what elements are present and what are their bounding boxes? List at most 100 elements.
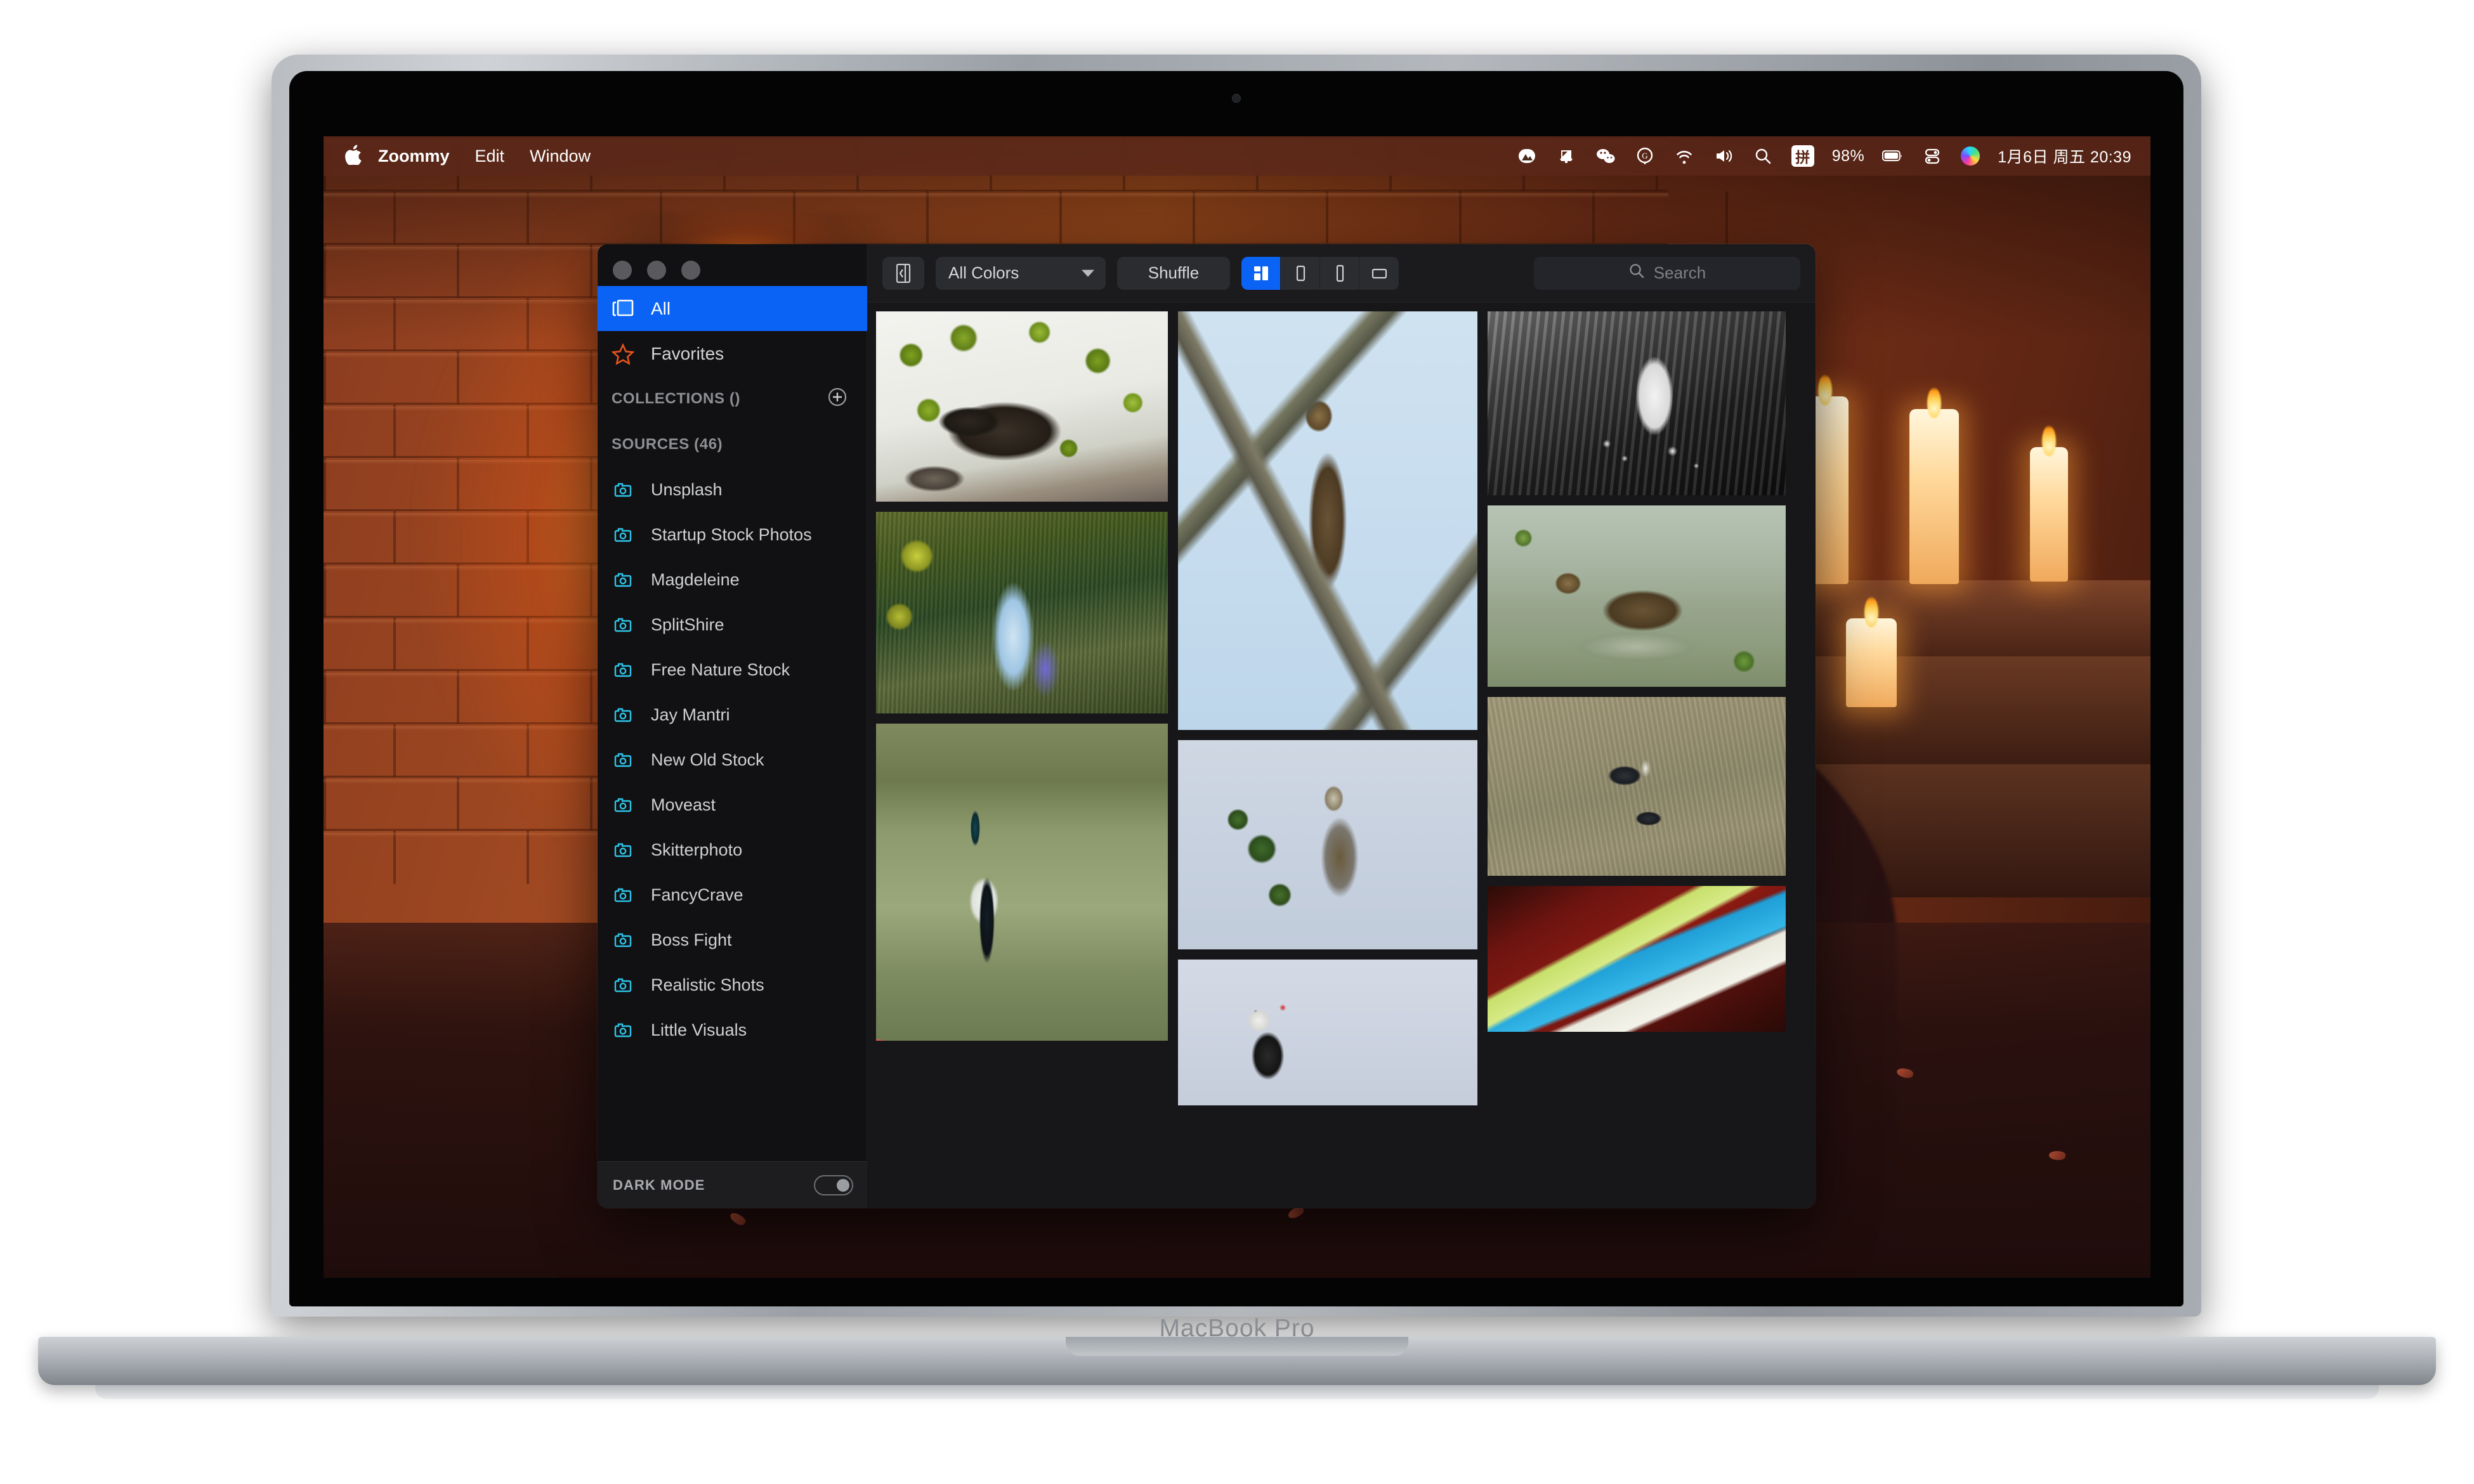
photo-tile-downy-woodpecker[interactable]: [1178, 960, 1477, 1105]
sidebar-item-label: Magdeleine: [651, 570, 740, 589]
plus-circle-icon[interactable]: [827, 386, 848, 412]
photo-thumbnail: [876, 311, 1168, 502]
photo-tile-black-necked-stork-wading[interactable]: [876, 724, 1168, 1041]
wifi-icon[interactable]: [1673, 145, 1695, 167]
menu-edit[interactable]: Edit: [475, 146, 505, 166]
sidebar-item-label: Jay Mantri: [651, 705, 730, 724]
camera-icon: [612, 975, 642, 996]
brick-seam: [393, 405, 396, 458]
sidebar-item-source[interactable]: New Old Stock: [598, 738, 867, 783]
camera-icon: [612, 615, 642, 636]
photo-thumbnail: [876, 724, 1168, 1041]
brick-row: [324, 190, 1728, 245]
brick-seam: [1592, 192, 1595, 245]
sidebar-item-label: SplitShire: [651, 615, 724, 634]
brick-mortar: [324, 193, 1668, 198]
sidebar-collapse-icon[interactable]: [882, 256, 924, 290]
search-input[interactable]: Search: [1534, 256, 1800, 290]
brick-seam: [1059, 192, 1062, 245]
menu-window[interactable]: Window: [530, 146, 591, 166]
notification-icon[interactable]: [1555, 145, 1577, 167]
sidebar-item-label: FancyCrave: [651, 885, 743, 904]
brick-seam: [926, 192, 929, 245]
volume-icon[interactable]: [1713, 145, 1734, 167]
input-method-indicator[interactable]: 拼: [1791, 145, 1814, 167]
desktop: Zoommy Edit Window G 拼 98% 1月6日 周五 20:39…: [324, 136, 2150, 1278]
photos-icon[interactable]: [1516, 145, 1538, 167]
photo-tile-eagle-perched-on-branch[interactable]: [1178, 311, 1477, 730]
sidebar-item-source[interactable]: Jay Mantri: [598, 693, 867, 738]
sidebar-item-label: Moveast: [651, 795, 716, 814]
sidebar-item-label: Unsplash: [651, 480, 723, 499]
brick-seam: [324, 778, 326, 831]
wallpaper-candle: [1909, 409, 1959, 584]
grid-view-icon[interactable]: [1241, 256, 1281, 290]
control-center-icon[interactable]: [1921, 145, 1943, 167]
battery-percent-label: 98%: [1831, 146, 1865, 165]
sidebar-item-label: Realistic Shots: [651, 975, 764, 994]
sidebar-item-source[interactable]: Free Nature Stock: [598, 648, 867, 693]
gallery-column: [1178, 311, 1477, 1199]
sidebar-item-source[interactable]: Startup Stock Photos: [598, 512, 867, 557]
photo-thumbnail: [1488, 311, 1786, 495]
minimize-button[interactable]: [647, 261, 666, 280]
sidebar-item-source[interactable]: Moveast: [598, 783, 867, 828]
photo-tile-art-supplies-on-table[interactable]: [1488, 886, 1786, 1032]
sidebar-item-source[interactable]: FancyCrave: [598, 873, 867, 918]
photo-tile-vulture-in-tree[interactable]: [876, 311, 1168, 502]
grammarly-icon[interactable]: G: [1634, 145, 1656, 167]
color-filter-dropdown[interactable]: All Colors: [936, 256, 1106, 290]
photo-tile-stork-in-dry-grass[interactable]: [1488, 697, 1786, 876]
battery-icon[interactable]: [1882, 145, 1904, 167]
photo-thumbnail: [1488, 886, 1786, 1032]
brick-seam: [324, 458, 326, 511]
shuffle-button[interactable]: Shuffle: [1117, 256, 1230, 290]
tall-view-icon[interactable]: [1320, 256, 1359, 290]
dark-mode-toggle[interactable]: [814, 1175, 853, 1195]
sidebar-item-label: All: [651, 298, 671, 318]
wechat-icon[interactable]: [1595, 145, 1616, 167]
sidebar-item-source[interactable]: Unsplash: [598, 467, 867, 512]
photo-thumbnail: [1178, 740, 1477, 949]
sidebar-item-favorites[interactable]: Favorites: [598, 331, 867, 376]
window-traffic-lights: [613, 261, 700, 280]
brick-seam: [324, 245, 326, 298]
apple-menu-icon[interactable]: [345, 144, 362, 168]
brick-seam: [1193, 192, 1195, 245]
dark-mode-row[interactable]: DARK MODE: [598, 1161, 867, 1208]
close-button[interactable]: [613, 261, 632, 280]
photo-tile-mallard-duck-swimming[interactable]: [1488, 505, 1786, 687]
search-icon[interactable]: [1752, 145, 1774, 167]
photo-gallery: [867, 303, 1816, 1208]
photo-tile-black-and-white-stone-wall[interactable]: [1488, 311, 1786, 495]
sidebar-item-source[interactable]: Boss Fight: [598, 918, 867, 963]
gallery-column: [1488, 311, 1786, 1199]
sidebar-item-source[interactable]: Magdeleine: [598, 557, 867, 602]
siri-icon[interactable]: [1961, 146, 1980, 166]
landscape-view-icon[interactable]: [1359, 257, 1399, 290]
brick-seam: [393, 724, 396, 778]
brick-seam: [324, 351, 326, 405]
menu-app-name[interactable]: Zoommy: [378, 146, 450, 166]
sidebar-item-source[interactable]: Skitterphoto: [598, 828, 867, 873]
sidebar-item-label: New Old Stock: [651, 750, 764, 769]
layers-icon: [612, 298, 642, 320]
collections-header-label: COLLECTIONS (): [612, 390, 741, 407]
photo-thumbnail: [1488, 697, 1786, 876]
sidebar-item-label: Favorites: [651, 343, 724, 363]
camera-icon: [612, 795, 642, 816]
photo-thumbnail: [1178, 311, 1477, 730]
sidebar-item-label: Little Visuals: [651, 1020, 747, 1039]
photo-tile-tree-reflection-in-water[interactable]: [876, 512, 1168, 713]
sidebar-item-source[interactable]: Realistic Shots: [598, 963, 867, 1008]
brick-seam: [1725, 192, 1728, 245]
maximize-button[interactable]: [681, 261, 700, 280]
camera-icon: [612, 524, 642, 546]
portrait-view-icon[interactable]: [1281, 256, 1320, 290]
sidebar-item-source[interactable]: Little Visuals: [598, 1008, 867, 1053]
photo-tile-eagle-in-treetop[interactable]: [1178, 740, 1477, 949]
sidebar-item-source[interactable]: SplitShire: [598, 602, 867, 648]
facetime-camera-icon: [1232, 94, 1241, 103]
sidebar-item-all[interactable]: All: [598, 286, 867, 331]
menu-bar-clock[interactable]: 1月6日 周五 20:39: [1998, 145, 2131, 167]
